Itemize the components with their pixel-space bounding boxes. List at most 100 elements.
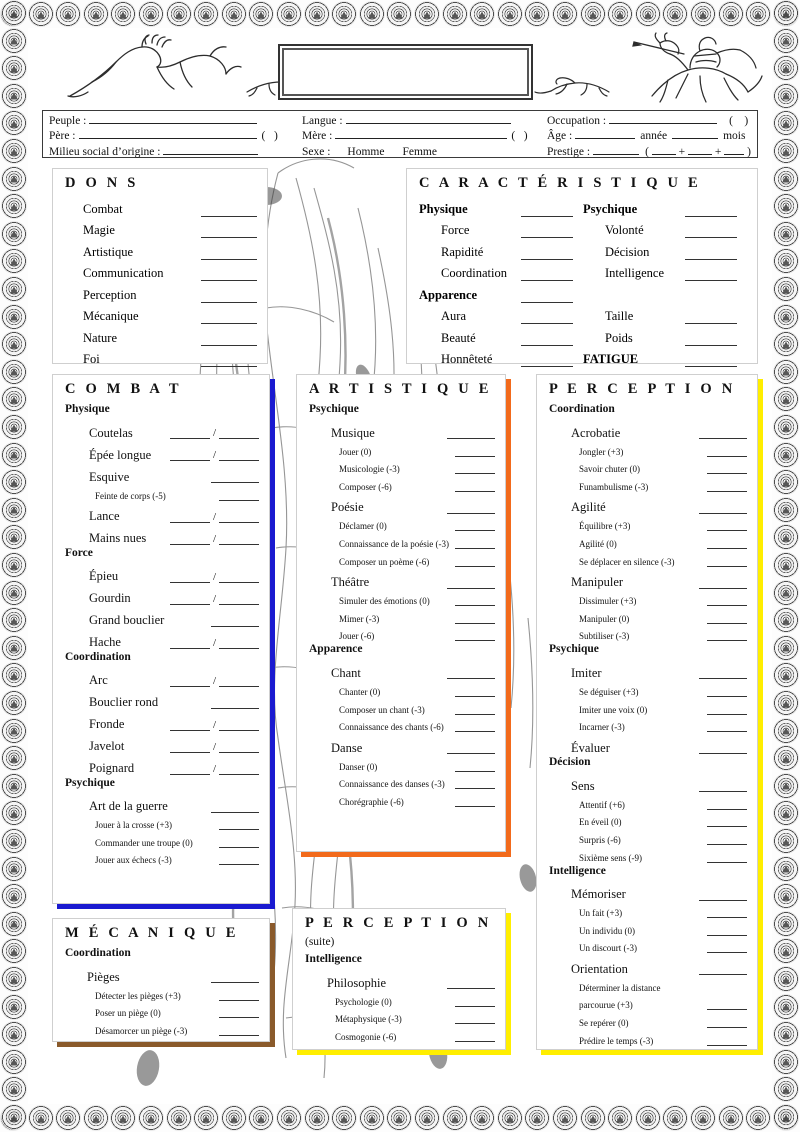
skill-value-field[interactable] [455,1013,495,1025]
dons-value-field[interactable] [201,249,257,260]
skill-value-field-attack[interactable] [169,450,210,461]
skill-value-field-defense[interactable] [219,638,259,649]
prestige-term-3[interactable] [724,144,745,155]
skill-value-field-attack[interactable] [169,720,210,731]
skill-value-field[interactable] [455,613,495,624]
skill-value-field[interactable] [211,802,259,813]
skill-value-field[interactable] [447,503,495,514]
skill-value-field[interactable] [707,595,747,607]
skill-value-field-attack[interactable] [169,638,210,649]
skill-value-field-defense[interactable] [219,742,259,753]
skill-value-field[interactable] [219,990,259,1001]
skill-value-field[interactable] [707,520,747,532]
caracteristique-value-field[interactable] [685,270,737,281]
dons-value-field[interactable] [201,292,257,303]
skill-value-field[interactable] [707,999,747,1011]
field-prestige-total-input[interactable] [593,144,640,155]
skill-value-field[interactable] [211,972,259,983]
skill-value-field[interactable] [707,925,747,936]
field-mere[interactable]: Mère : ( ) [302,128,547,142]
caracteristique-value-field[interactable] [685,313,737,324]
skill-value-field-attack[interactable] [169,764,210,775]
field-mere-input[interactable] [335,128,508,140]
skill-value-field-defense[interactable] [219,512,259,523]
skill-value-field-defense[interactable] [219,450,259,461]
skill-value-field[interactable] [455,630,495,642]
skill-value-field-attack[interactable] [169,594,210,605]
caracteristique-value-field[interactable] [521,313,573,324]
skill-value-field[interactable] [455,538,495,549]
skill-value-field[interactable] [707,834,747,845]
skill-value-field-defense[interactable] [219,572,259,583]
skill-value-field[interactable] [707,907,747,919]
caracteristique-value-field[interactable] [521,249,573,260]
caracteristique-value-field[interactable] [685,335,737,346]
skill-value-field-defense[interactable] [219,764,259,775]
option-femme[interactable]: Femme [402,146,437,158]
skill-value-field[interactable] [455,556,495,567]
skill-value-field[interactable] [699,781,747,793]
skill-value-field[interactable] [707,1035,747,1046]
skill-value-field[interactable] [707,852,747,863]
skill-value-field[interactable] [455,721,495,733]
prestige-term-2[interactable] [688,144,713,155]
field-age-input[interactable] [575,128,636,140]
skill-value-field[interactable] [707,704,747,715]
field-age[interactable]: Âge : année mois [547,128,751,142]
skill-value-field[interactable] [219,1007,259,1019]
skill-value-field[interactable] [455,996,495,1007]
skill-value-field[interactable] [211,616,259,627]
caracteristique-value-field[interactable] [685,356,737,367]
skill-value-field[interactable] [707,613,747,624]
skill-value-field[interactable] [707,721,747,733]
dons-value-field[interactable] [201,206,257,217]
field-pere-input[interactable] [78,128,257,140]
skill-value-field[interactable] [707,481,747,492]
skill-value-field[interactable] [455,704,495,715]
skill-value-field[interactable] [447,743,495,755]
skill-value-field[interactable] [699,428,747,439]
skill-value-field[interactable] [707,799,747,810]
skill-value-field[interactable] [455,778,495,790]
skill-value-field[interactable] [707,446,747,457]
skill-value-field[interactable] [447,578,495,589]
skill-value-field[interactable] [707,556,747,567]
skill-value-field[interactable] [699,668,747,680]
caracteristique-value-field[interactable] [521,292,573,303]
caracteristique-value-field[interactable] [685,227,737,238]
skill-value-field[interactable] [219,854,259,866]
caracteristique-value-field[interactable] [521,356,573,367]
field-peuple[interactable]: Peuple : [49,113,302,127]
caracteristique-value-field[interactable] [521,227,573,238]
skill-value-field[interactable] [455,446,495,457]
caracteristique-value-field[interactable] [521,335,573,346]
skill-value-field[interactable] [455,463,495,475]
skill-value-field[interactable] [219,1025,259,1036]
skill-value-field[interactable] [699,890,747,901]
skill-value-field-attack[interactable] [169,742,210,753]
skill-value-field[interactable] [707,538,747,549]
skill-value-field[interactable] [707,463,747,475]
dons-value-field[interactable] [201,313,257,324]
skill-value-field[interactable] [447,978,495,989]
skill-value-field[interactable] [455,1031,495,1042]
field-occupation[interactable]: Occupation : ( ) [547,113,751,127]
skill-value-field[interactable] [447,668,495,680]
skill-value-field-defense[interactable] [219,676,259,687]
field-sexe[interactable]: Sexe : Homme Femme [302,146,547,158]
dons-value-field[interactable] [201,227,257,238]
skill-value-field-defense[interactable] [219,428,259,439]
skill-value-field[interactable] [447,428,495,439]
skill-value-field[interactable] [699,964,747,976]
skill-value-field-defense[interactable] [219,594,259,605]
skill-value-field[interactable] [699,578,747,589]
skill-value-field-attack[interactable] [169,534,210,545]
skill-value-field[interactable] [707,1017,747,1029]
caracteristique-value-field[interactable] [521,270,573,281]
field-pere[interactable]: Père : ( ) [49,128,302,142]
skill-value-field-attack[interactable] [169,512,210,523]
option-homme[interactable]: Homme [347,146,384,158]
field-occupation-input[interactable] [609,113,718,124]
skill-value-field[interactable] [699,743,747,755]
skill-value-field[interactable] [455,481,495,492]
